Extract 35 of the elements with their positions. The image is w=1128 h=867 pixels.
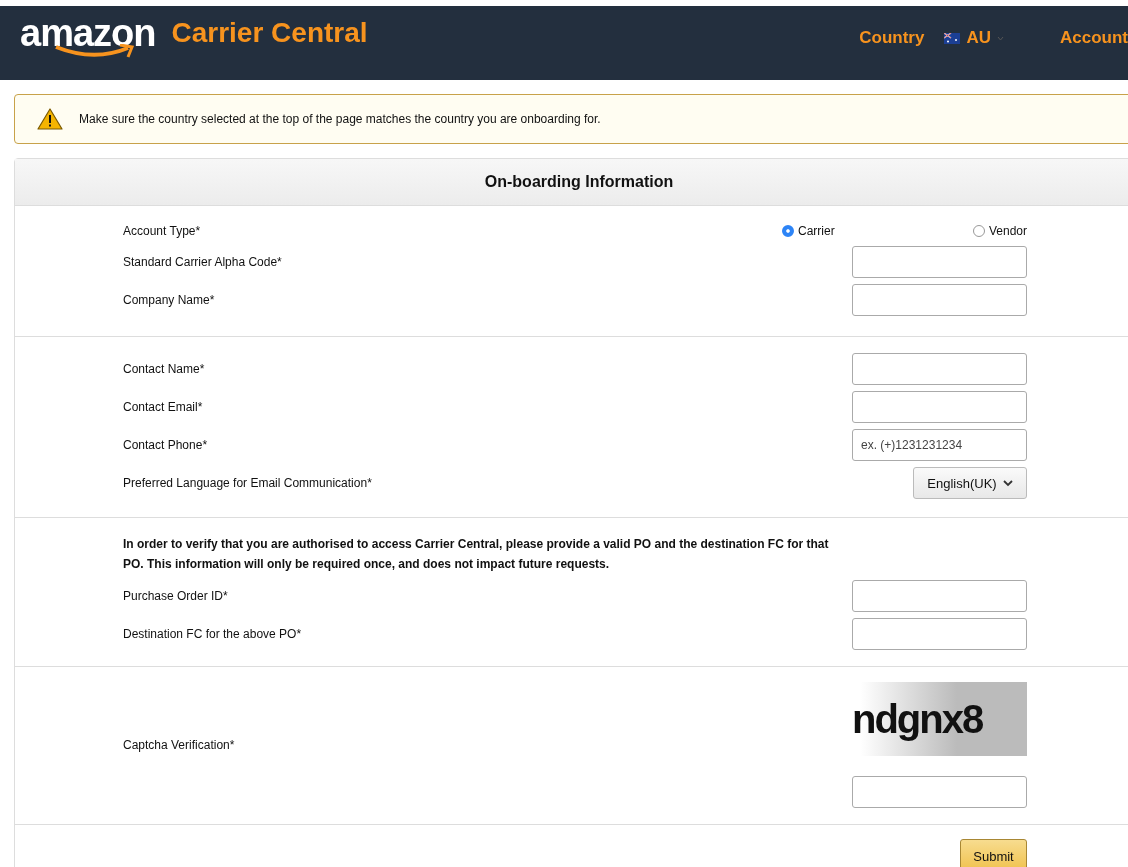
- site-title: Carrier Central: [171, 16, 368, 50]
- caret-icon: [997, 35, 1004, 41]
- input-field[interactable]: [852, 776, 1027, 808]
- flag-icon: [944, 32, 961, 44]
- warning-icon: [37, 108, 63, 130]
- input-field[interactable]: [852, 618, 1027, 650]
- field-label: Company Name*: [123, 293, 215, 307]
- radio-option[interactable]: Vendor: [972, 224, 1027, 238]
- field-label: Captcha Verification*: [123, 738, 235, 752]
- field-label: Contact Name*: [123, 362, 205, 376]
- field-label: Contact Email*: [123, 400, 203, 414]
- field-label: Preferred Language for Email Communication*: [123, 476, 372, 490]
- field-label: Contact Phone*: [123, 438, 208, 452]
- amazon-logo: amazon: [20, 14, 160, 60]
- input-field[interactable]: [852, 353, 1027, 385]
- field-label: Account Type*: [123, 224, 201, 238]
- verification-instructions: In order to verify that you are authorised to access Carrier Central, please provide a valid PO and the destination FC for that PO. This information will only be required once, and does not impact future requests.: [123, 536, 830, 573]
- field-label: Standard Carrier Alpha Code*: [123, 255, 282, 269]
- input-field[interactable]: [852, 391, 1027, 423]
- input-field[interactable]: [852, 580, 1027, 612]
- chevron-down-icon: [1002, 479, 1013, 487]
- input-field[interactable]: [852, 284, 1027, 316]
- form-title: On-boarding Information: [484, 173, 674, 191]
- field-label: Purchase Order ID*: [123, 589, 228, 603]
- captcha-image: ndgnx8: [852, 682, 1027, 756]
- account-link[interactable]: Account: [1060, 28, 1128, 48]
- radio-option[interactable]: Carrier: [782, 224, 835, 238]
- warning-message: Make sure the country selected at the top of the page matches the country you are onboarding for.: [79, 112, 601, 126]
- submit-button[interactable]: Submit: [960, 839, 1027, 867]
- country-selector[interactable]: AU: [966, 28, 991, 48]
- language-dropdown[interactable]: English(UK): [913, 467, 1027, 499]
- input-field[interactable]: [852, 246, 1027, 278]
- field-label: Destination FC for the above PO*: [123, 627, 302, 641]
- input-field[interactable]: ex. (+)1231231234: [852, 429, 1027, 461]
- country-label: Country: [859, 28, 925, 48]
